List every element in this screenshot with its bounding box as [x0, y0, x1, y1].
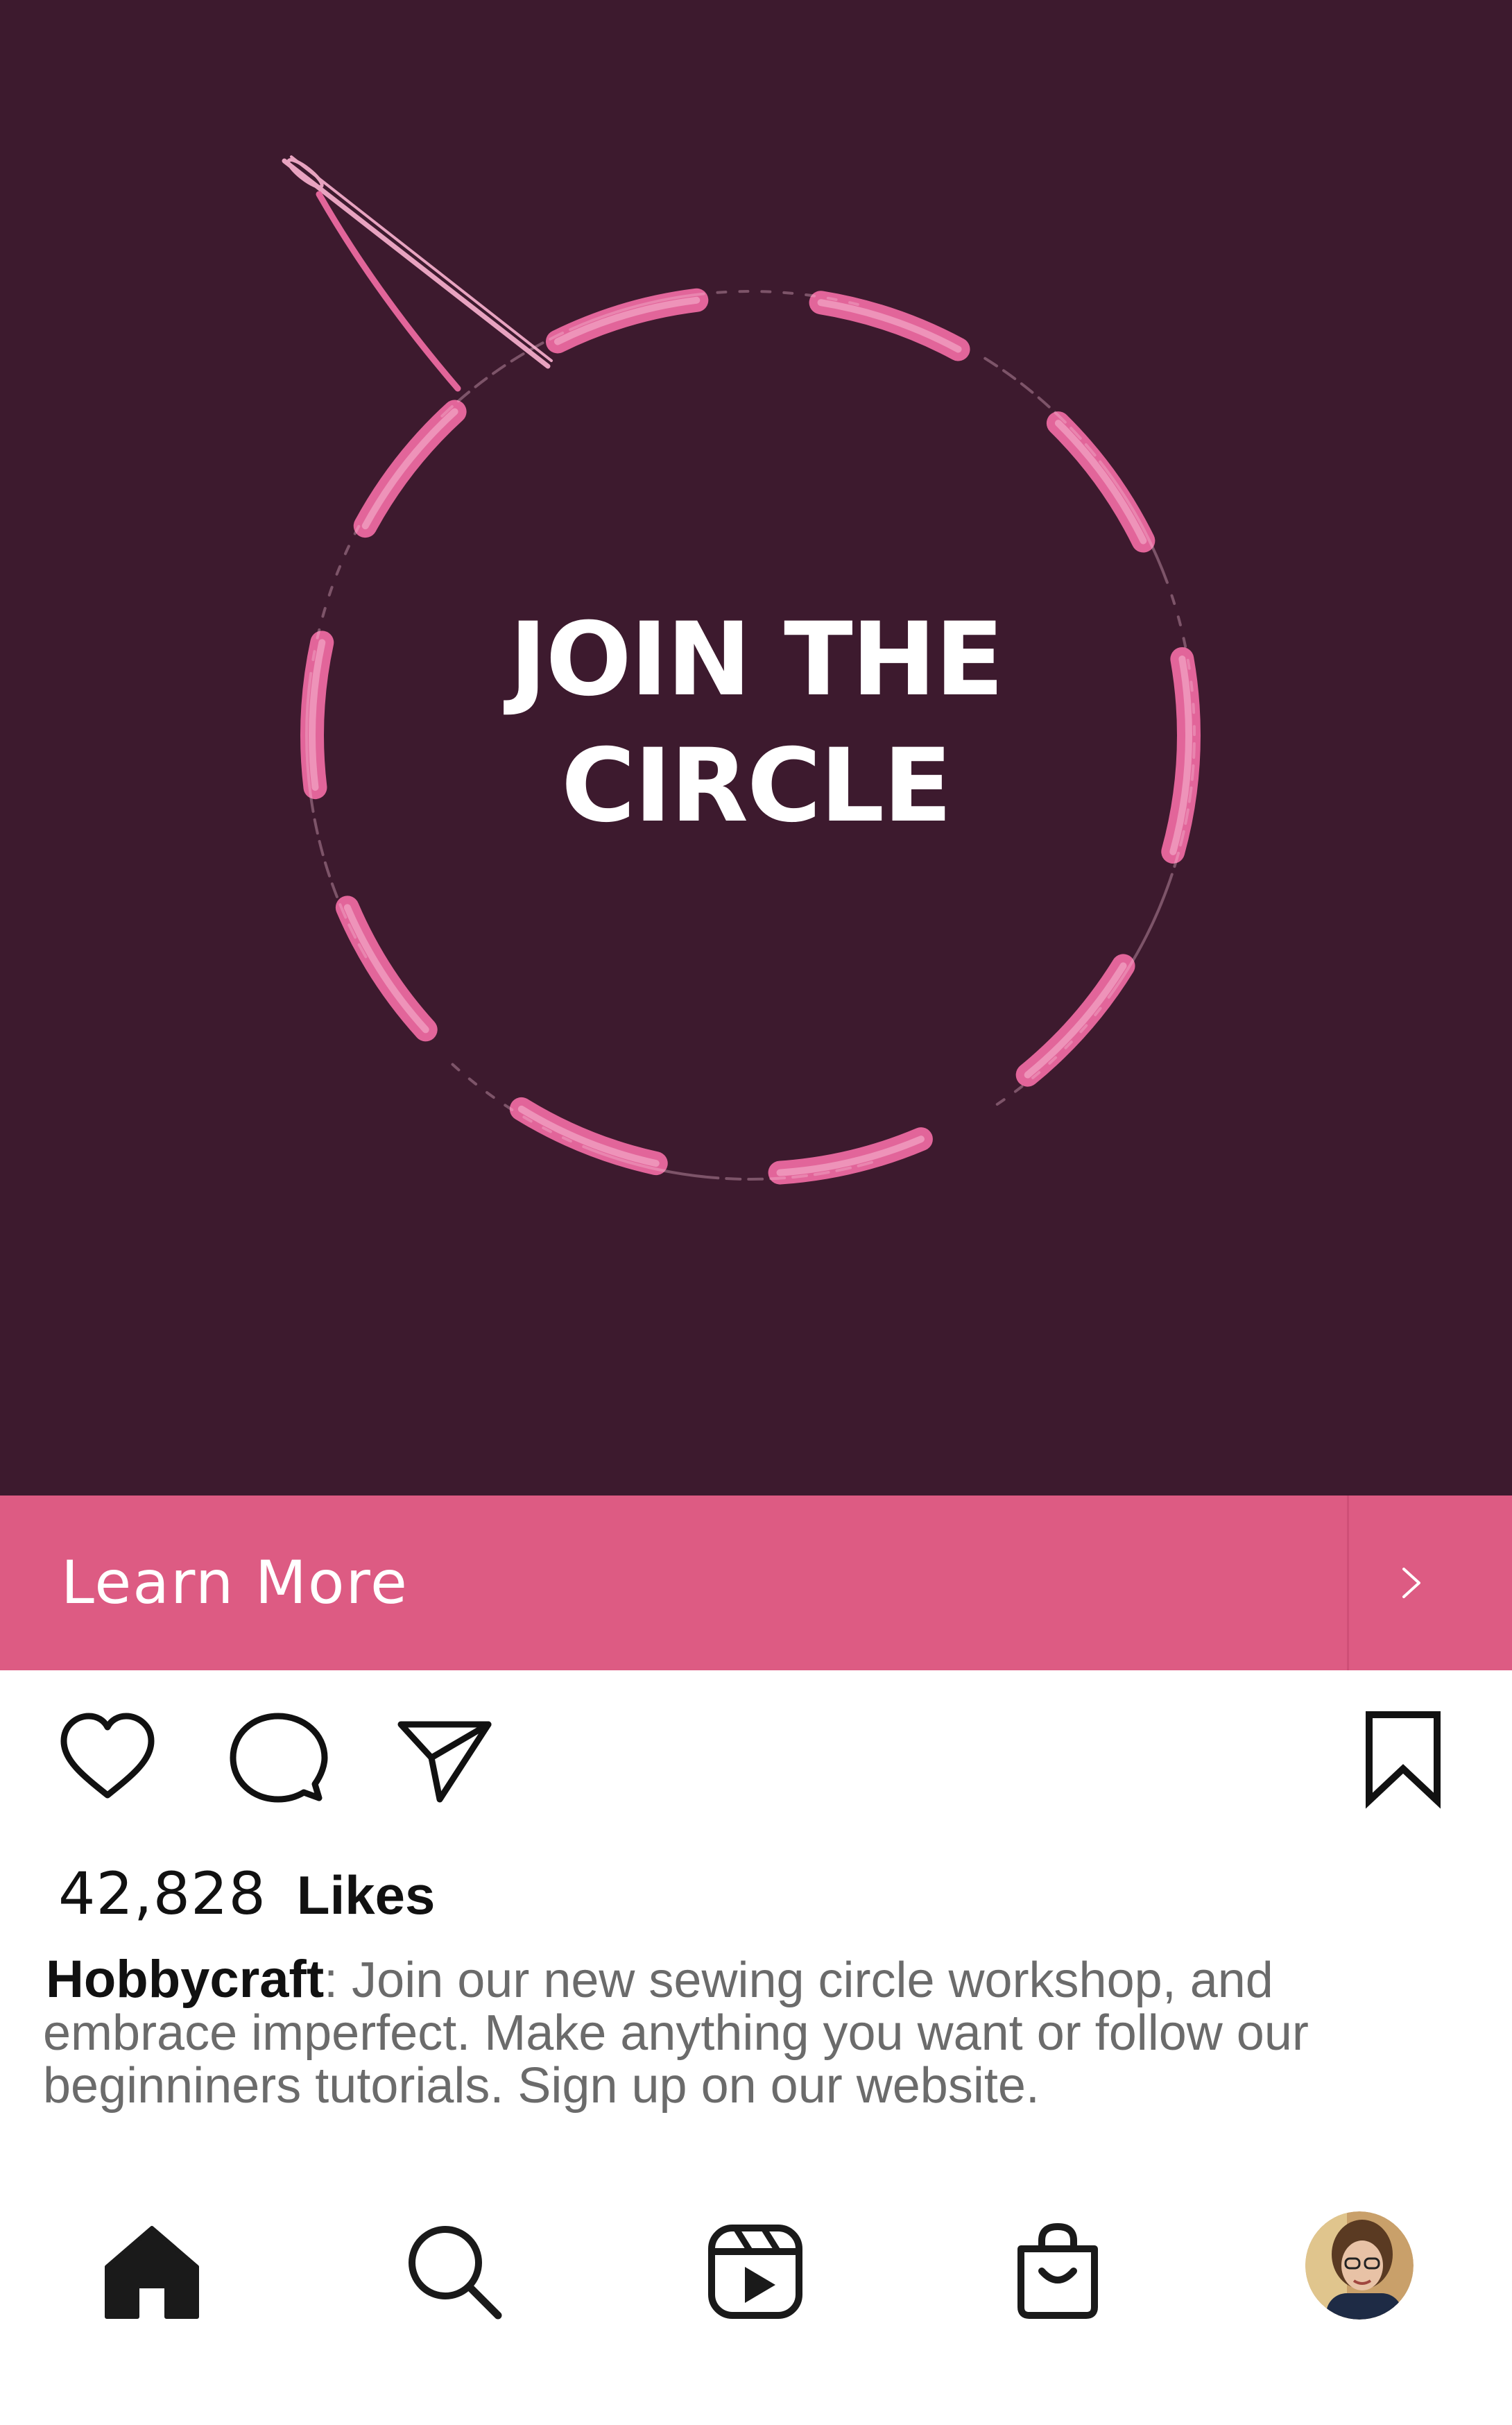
likes-summary[interactable]: 42,828 Likes [58, 1859, 435, 1928]
share-button[interactable] [393, 1706, 497, 1810]
cta-divider [1347, 1496, 1349, 1670]
headline-line-1: JOIN THE [509, 601, 1004, 719]
save-button[interactable] [1351, 1706, 1455, 1810]
likes-label: Likes [296, 1865, 436, 1926]
comment-icon [230, 1713, 328, 1803]
home-icon [105, 2226, 199, 2319]
post-headline: JOIN THE CIRCLE [0, 597, 1512, 849]
caption-username[interactable]: Hobbycraft [43, 1950, 324, 2009]
send-icon [397, 1721, 492, 1803]
thread-line [316, 191, 461, 392]
likes-count: 42,828 [58, 1860, 266, 1928]
learn-more-button[interactable]: Learn More [0, 1496, 1512, 1670]
chevron-right-icon [1402, 1568, 1420, 1598]
bookmark-icon [1366, 1711, 1441, 1809]
bottom-navigation [0, 2206, 1512, 2351]
reels-icon [708, 2225, 802, 2319]
like-button[interactable] [55, 1706, 160, 1810]
nav-home[interactable] [100, 2220, 204, 2324]
post-actions [0, 1706, 1512, 1817]
post-caption: Hobbycraft: Join our new sewing circle w… [43, 1950, 1465, 2113]
needle-icon [282, 155, 553, 369]
search-icon [409, 2226, 502, 2320]
learn-more-label: Learn More [61, 1548, 409, 1618]
comment-button[interactable] [226, 1706, 330, 1810]
heart-icon [60, 1713, 155, 1799]
nav-shop[interactable] [1006, 2220, 1110, 2324]
profile-avatar [1305, 2211, 1414, 2320]
shop-bag-icon [1017, 2222, 1098, 2319]
headline-line-2: CIRCLE [561, 727, 952, 845]
nav-profile[interactable] [1305, 2211, 1414, 2320]
nav-search[interactable] [402, 2220, 506, 2324]
post-image[interactable]: JOIN THE CIRCLE [0, 0, 1512, 1496]
nav-reels[interactable] [703, 2220, 807, 2324]
